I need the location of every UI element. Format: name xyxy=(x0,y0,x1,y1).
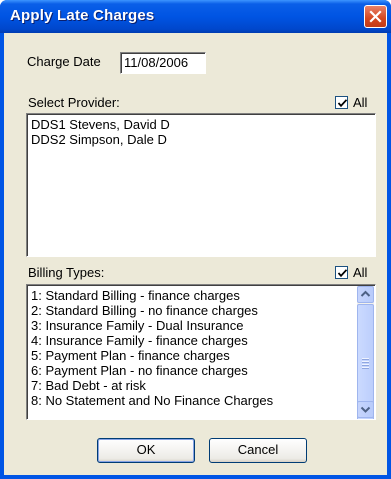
cancel-button[interactable]: Cancel xyxy=(209,438,307,463)
dialog-window: Apply Late Charges Charge Date 11/08/200… xyxy=(0,0,391,479)
select-provider-label: Select Provider: xyxy=(28,95,120,110)
scroll-up-button[interactable] xyxy=(357,286,374,303)
billing-all-checkbox[interactable]: All xyxy=(335,265,375,280)
list-item[interactable]: 6: Payment Plan - no finance charges xyxy=(31,363,248,378)
check-icon xyxy=(337,269,348,278)
close-icon xyxy=(369,10,382,23)
list-item[interactable]: DDS1 Stevens, David D xyxy=(31,117,170,132)
ok-button[interactable]: OK xyxy=(97,438,195,463)
check-icon xyxy=(337,99,348,108)
list-item[interactable]: 1: Standard Billing - finance charges xyxy=(31,288,240,303)
list-item[interactable]: 5: Payment Plan - finance charges xyxy=(31,348,230,363)
list-item[interactable]: 2: Standard Billing - no finance charges xyxy=(31,303,258,318)
charge-date-label: Charge Date xyxy=(27,54,101,69)
billing-types-listbox[interactable]: 1: Standard Billing - finance charges 2:… xyxy=(26,284,376,420)
billing-all-label: All xyxy=(353,265,368,280)
list-item[interactable]: 8: No Statement and No Finance Charges xyxy=(31,393,273,408)
scroll-down-button[interactable] xyxy=(357,401,374,418)
billing-scrollbar[interactable] xyxy=(357,286,374,419)
list-item[interactable]: 4: Insurance Family - finance charges xyxy=(31,333,248,348)
close-button[interactable] xyxy=(364,5,387,28)
arrow-down-icon xyxy=(360,406,371,413)
billing-types-label: Billing Types: xyxy=(28,265,105,280)
list-item[interactable]: 7: Bad Debt - at risk xyxy=(31,378,146,393)
arrow-up-icon xyxy=(360,290,371,297)
dialog-body: Charge Date 11/08/2006 Select Provider: … xyxy=(4,33,387,475)
provider-all-checkbox[interactable]: All xyxy=(335,95,375,110)
charge-date-input[interactable]: 11/08/2006 xyxy=(120,52,206,74)
provider-all-label: All xyxy=(353,95,368,110)
list-item[interactable]: DDS2 Simpson, Dale D xyxy=(31,132,167,147)
list-item[interactable]: 3: Insurance Family - Dual Insurance xyxy=(31,318,243,333)
title-bar[interactable]: Apply Late Charges xyxy=(0,0,391,33)
provider-listbox[interactable]: DDS1 Stevens, David D DDS2 Simpson, Dale… xyxy=(26,113,376,257)
window-title: Apply Late Charges xyxy=(10,7,155,24)
